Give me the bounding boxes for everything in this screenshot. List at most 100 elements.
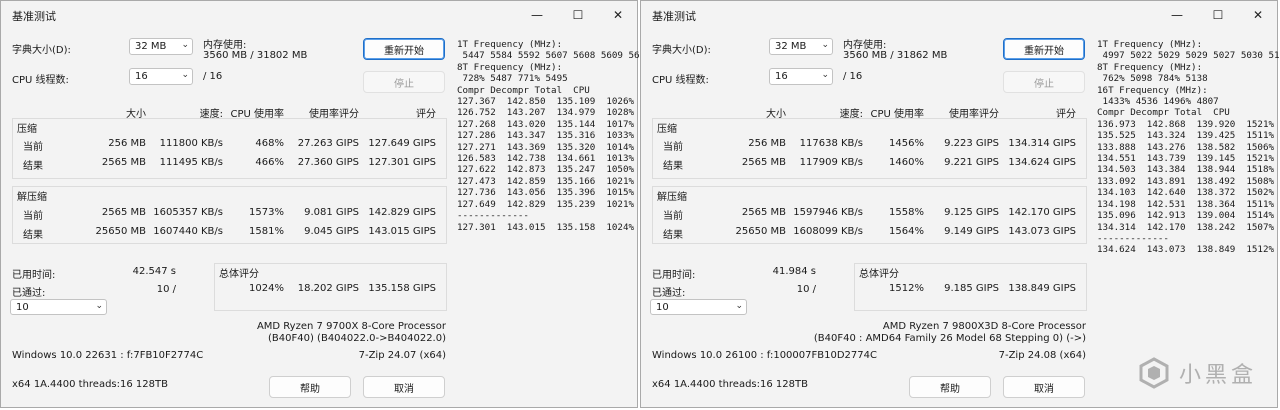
log-line: 135.525 143.324 139.425 1511%	[1097, 130, 1275, 142]
maximize-button[interactable]: ☐	[1198, 1, 1238, 29]
zip-version: 7-Zip 24.07 (x64)	[358, 350, 446, 361]
cpu-detail: (B40F40 : AMD64 Family 26 Model 68 Stepp…	[813, 333, 1086, 344]
stop-button[interactable]: 停止	[1003, 71, 1085, 93]
log-line: 8T Frequency (MHz):	[1097, 61, 1203, 73]
log-line: 133.092 143.891 138.492 1508%	[1097, 175, 1275, 187]
total-rating-usage: 9.185 GIPS	[944, 283, 999, 294]
minimize-button[interactable]: —	[1157, 1, 1197, 29]
decompress-current-speed: 1605357 KB/s	[153, 207, 223, 218]
decompress-result-rating-usage: 9.045 GIPS	[304, 226, 359, 237]
title-bar[interactable]: 基准测试 — ☐ ✕	[1, 1, 637, 29]
log-line: 1T Frequency (MHz):	[1097, 39, 1203, 50]
compress-result-rating: 127.301 GIPS	[368, 157, 436, 168]
log-line: Compr Decompr Total CPU	[1097, 107, 1230, 119]
log-line: 728% 5487 771% 5495	[457, 73, 568, 85]
passes-select[interactable]: 10 ⌄	[650, 299, 747, 315]
passes-select[interactable]: 10 ⌄	[10, 299, 107, 315]
compress-title: 压缩	[17, 124, 37, 135]
decompress-current-rating: 142.829 GIPS	[368, 207, 436, 218]
compress-current-rating-usage: 9.223 GIPS	[944, 138, 999, 149]
compress-current-cpu: 468%	[255, 138, 284, 149]
decompress-result-size: 25650 MB	[735, 226, 786, 237]
close-button[interactable]: ✕	[1238, 1, 1278, 29]
log-line: 16T Frequency (MHz):	[1097, 84, 1208, 96]
compress-current-speed: 117638 KB/s	[799, 138, 863, 149]
log-line: 126.583 142.738 134.661 1013%	[457, 153, 635, 165]
stop-button[interactable]: 停止	[363, 71, 445, 93]
decompress-result-label: 结果	[23, 230, 43, 241]
log-line: 1T Frequency (MHz):	[457, 39, 563, 50]
total-rating: 135.158 GIPS	[368, 283, 436, 294]
decompress-result-cpu: 1581%	[249, 226, 284, 237]
log-line: 127.622 142.873 135.247 1050%	[457, 164, 635, 176]
passes-value: 10	[656, 302, 669, 313]
cancel-button[interactable]: 取消	[1003, 376, 1085, 398]
threads-value: 16	[135, 71, 148, 82]
log-line: 5447 5584 5592 5607 5608 5609 5610	[457, 50, 651, 62]
help-button[interactable]: 帮助	[269, 376, 351, 398]
zip-version: 7-Zip 24.08 (x64)	[998, 350, 1086, 361]
title-bar[interactable]: 基准测试 — ☐ ✕	[641, 1, 1277, 29]
compress-result-label: 结果	[663, 161, 683, 172]
restart-button[interactable]: 重新开始	[363, 38, 445, 60]
total-rating-title: 总体评分	[219, 269, 259, 280]
minimize-button[interactable]: —	[517, 1, 557, 29]
chevron-down-icon: ⌄	[181, 40, 189, 50]
cancel-button[interactable]: 取消	[363, 376, 445, 398]
cpu-detail: (B40F40) (B404022.0->B404022.0)	[268, 333, 446, 344]
total-cpu: 1512%	[889, 283, 924, 294]
log-line: 127.736 143.056 135.396 1015%	[457, 187, 635, 199]
log-line: 134.103 142.640 138.372 1502%	[1097, 187, 1275, 199]
compress-current-label: 当前	[23, 142, 43, 153]
benchmark-log: 1T Frequency (MHz): 4997 5022 5029 5029 …	[1097, 39, 1280, 256]
memory-value: 3560 MB / 31802 MB	[203, 50, 308, 61]
threads-select[interactable]: 16 ⌄	[129, 68, 193, 85]
benchmark-log: 1T Frequency (MHz): 5447 5584 5592 5607 …	[457, 39, 651, 233]
restart-button[interactable]: 重新开始	[1003, 38, 1085, 60]
decompress-result-size: 25650 MB	[95, 226, 146, 237]
dict-size-value: 32 MB	[135, 41, 167, 52]
decompress-current-size: 2565 MB	[741, 207, 786, 218]
decompress-result-cpu: 1564%	[889, 226, 924, 237]
dict-size-select[interactable]: 32 MB ⌄	[769, 38, 833, 55]
log-line: 134.503 143.384 138.944 1518%	[1097, 164, 1275, 176]
log-line: 127.268 143.020 135.144 1017%	[457, 118, 635, 130]
compress-current-rating: 127.649 GIPS	[368, 138, 436, 149]
decompress-current-speed: 1597946 KB/s	[793, 207, 863, 218]
arch-info: x64 1A.4400 threads:16 128TB	[652, 379, 808, 390]
threads-label: CPU 线程数:	[652, 75, 709, 86]
log-line: 127.301 143.015 135.158 1024%	[457, 221, 635, 233]
window-title: 基准测试	[12, 10, 56, 23]
elapsed-value: 42.547 s	[132, 266, 176, 277]
decompress-result-speed: 1607440 KB/s	[153, 226, 223, 237]
decompress-current-rating-usage: 9.125 GIPS	[944, 207, 999, 218]
log-line: 134.314 142.170 138.242 1507%	[1097, 221, 1275, 233]
dict-size-value: 32 MB	[775, 41, 807, 52]
passed-value: 10 /	[156, 284, 176, 295]
threads-max: / 16	[843, 71, 863, 82]
threads-value: 16	[775, 71, 788, 82]
elapsed-label: 已用时间:	[652, 270, 696, 281]
decompress-current-cpu: 1558%	[889, 207, 924, 218]
compress-result-label: 结果	[23, 161, 43, 172]
dict-size-select[interactable]: 32 MB ⌄	[129, 38, 193, 55]
log-line: 134.551 143.739 139.145 1521%	[1097, 153, 1275, 165]
close-button[interactable]: ✕	[598, 1, 638, 29]
chevron-down-icon: ⌄	[821, 40, 829, 50]
cpu-name: AMD Ryzen 7 9800X3D 8-Core Processor	[882, 321, 1086, 332]
compress-current-label: 当前	[663, 142, 683, 153]
total-rating: 138.849 GIPS	[1008, 283, 1076, 294]
decompress-current-rating: 142.170 GIPS	[1008, 207, 1076, 218]
passed-label: 已通过:	[652, 288, 686, 299]
log-line: 127.286 143.347 135.316 1033%	[457, 130, 635, 142]
passed-label: 已通过:	[12, 288, 46, 299]
compress-result-rating: 134.624 GIPS	[1008, 157, 1076, 168]
passes-value: 10	[16, 302, 29, 313]
passed-value: 10 /	[796, 284, 816, 295]
maximize-button[interactable]: ☐	[558, 1, 598, 29]
compress-title: 压缩	[657, 124, 677, 135]
compress-result-rating-usage: 9.221 GIPS	[944, 157, 999, 168]
help-button[interactable]: 帮助	[909, 376, 991, 398]
log-line: 134.624 143.073 138.849 1512%	[1097, 244, 1275, 256]
threads-select[interactable]: 16 ⌄	[769, 68, 833, 85]
